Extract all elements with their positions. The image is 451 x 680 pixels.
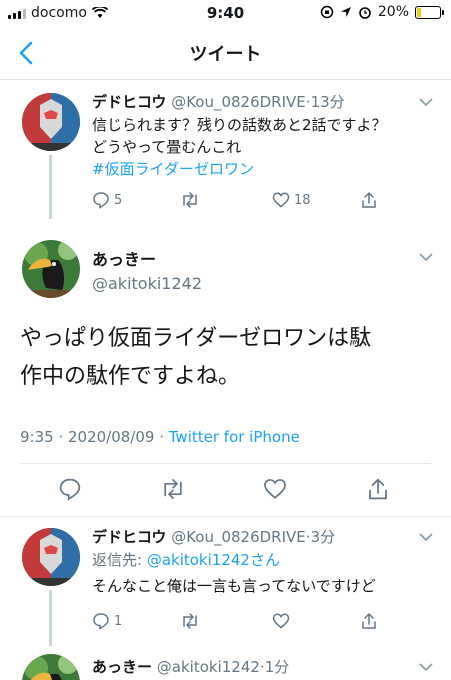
tweet-header: デドヒコウ @Kou_0826DRIVE·3分 — [92, 526, 425, 547]
author-handle[interactable]: @Kou_0826DRIVE — [171, 93, 306, 111]
reply-tweet[interactable]: デドヒコウ @Kou_0826DRIVE·3分 返信先: @akitoki124… — [0, 520, 451, 646]
author-handle[interactable]: @Kou_0826DRIVE — [171, 528, 306, 546]
tweet-text: 信じられます？残りの話数あと2話ですよ？ どうやって畳むんこれ #仮面ライダーゼ… — [92, 114, 425, 180]
avatar[interactable] — [22, 654, 80, 680]
heart-icon — [272, 192, 290, 208]
status-bar: docomo 9:40 20% — [0, 0, 451, 28]
status-right: 20% — [320, 4, 444, 20]
like-button[interactable]: 18 — [272, 191, 311, 209]
thread-line — [49, 590, 52, 646]
retweet-icon — [183, 613, 197, 629]
tweet-meta: 9:35 · 2020/08/09 · Twitter for iPhone — [20, 428, 300, 446]
tweet-source-link[interactable]: Twitter for iPhone — [169, 428, 300, 446]
thread-line — [49, 155, 52, 219]
divider — [20, 463, 431, 464]
main-text-line: やっぱり仮面ライダーゼロワンは駄 — [20, 326, 372, 351]
chevron-down-icon[interactable] — [419, 532, 433, 542]
like-count: 18 — [294, 192, 311, 208]
retweet-icon — [183, 192, 197, 208]
share-button[interactable] — [360, 191, 378, 209]
reply-to-line: 返信先: @akitoki1242さん — [92, 549, 425, 571]
share-icon — [362, 191, 376, 208]
battery-icon — [415, 5, 444, 19]
main-tweet-actions — [0, 475, 451, 505]
author-name[interactable]: デドヒコウ — [92, 93, 166, 111]
main-tweet-text: やっぱり仮面ライダーゼロワンは駄 作中の駄作ですよね。 — [20, 320, 431, 396]
orientation-lock-icon — [320, 5, 334, 19]
tweet-timestamp: 9:35 · 2020/08/09 · — [20, 428, 169, 446]
tweet-line: 信じられます？残りの話数あと2話ですよ？ — [92, 116, 387, 134]
tweet-time: 13分 — [310, 93, 345, 111]
tweet-time: 3分 — [310, 528, 336, 546]
section-divider — [0, 516, 451, 517]
location-icon — [340, 7, 351, 17]
like-button[interactable] — [272, 612, 290, 630]
main-author[interactable]: あっきー @akitoki1242 — [92, 246, 425, 293]
reply-icon[interactable] — [58, 477, 82, 501]
tweet-header: デドヒコウ @Kou_0826DRIVE·13分 — [92, 91, 425, 112]
heart-icon[interactable] — [263, 477, 287, 501]
tweet-header: あっきー @akitoki1242·1分 — [92, 656, 425, 677]
reply-icon — [93, 192, 109, 209]
parent-tweet[interactable]: デドヒコウ @Kou_0826DRIVE·13分 信じられます？残りの話数あと2… — [0, 81, 451, 231]
share-button[interactable] — [360, 612, 378, 630]
tweet-body: あっきー @akitoki1242·1分 — [92, 656, 425, 677]
reply-button[interactable]: 1 — [92, 612, 122, 630]
author-name[interactable]: デドヒコウ — [92, 528, 166, 546]
tweet-line: そんなこと俺は一言も言ってないですけど — [92, 577, 376, 595]
reply-count: 1 — [114, 613, 123, 629]
heart-icon — [272, 613, 290, 629]
avatar[interactable] — [22, 528, 80, 586]
reply-prefix: 返信先: — [92, 551, 147, 569]
tweet-body: デドヒコウ @Kou_0826DRIVE·13分 信じられます？残りの話数あと2… — [92, 91, 425, 180]
avatar[interactable] — [22, 93, 80, 151]
share-icon — [362, 612, 376, 629]
author-name[interactable]: あっきー — [92, 246, 425, 270]
author-handle[interactable]: @akitoki1242 — [157, 658, 260, 676]
alarm-icon — [359, 7, 371, 19]
main-text-line: 作中の駄作ですよね。 — [20, 364, 241, 389]
retweet-icon[interactable] — [160, 477, 186, 501]
page-title: ツイート — [189, 44, 262, 65]
chevron-down-icon[interactable] — [419, 252, 433, 262]
tweet-text: 返信先: @akitoki1242さん そんなこと俺は一言も言ってないですけど — [92, 549, 425, 597]
battery-percent: 20% — [377, 4, 409, 20]
author-handle[interactable]: @akitoki1242 — [92, 274, 425, 293]
reply-button[interactable]: 5 — [92, 191, 122, 209]
retweet-button[interactable] — [180, 191, 200, 209]
chevron-down-icon[interactable] — [419, 662, 433, 672]
reply-count: 5 — [114, 192, 123, 208]
next-tweet[interactable]: あっきー @akitoki1242·1分 — [0, 648, 451, 680]
share-icon[interactable] — [366, 477, 390, 501]
tweet-actions: 5 18 — [92, 191, 412, 211]
retweet-button[interactable] — [180, 612, 200, 630]
tweet-body: デドヒコウ @Kou_0826DRIVE·3分 返信先: @akitoki124… — [92, 526, 425, 597]
tweet-line: どうやって畳むんこれ — [92, 138, 242, 156]
author-name[interactable]: あっきー — [92, 658, 152, 676]
nav-bar: ツイート — [0, 28, 451, 80]
hashtag-link[interactable]: #仮面ライダーゼロワン — [92, 158, 425, 180]
tweet-time: 1分 — [264, 658, 290, 676]
reply-to-link[interactable]: @akitoki1242さん — [147, 551, 280, 569]
reply-icon — [93, 613, 109, 630]
chevron-down-icon[interactable] — [419, 97, 433, 107]
avatar[interactable] — [22, 240, 80, 298]
tweet-actions: 1 — [92, 612, 412, 632]
